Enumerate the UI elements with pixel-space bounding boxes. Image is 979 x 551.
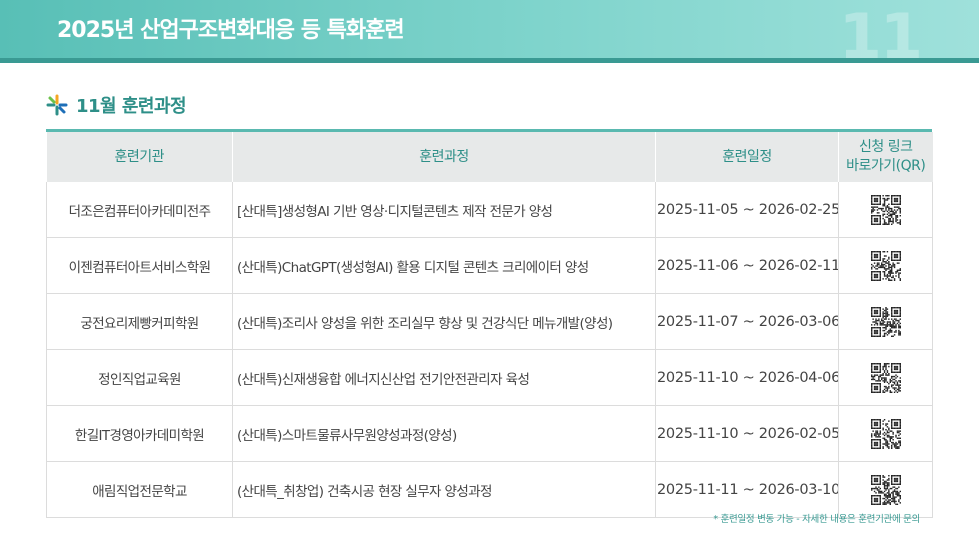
header-link-line2: 바로가기(QR) bbox=[846, 158, 926, 174]
schedule-cell: 2025-11-05 ~ 2026-02-25 bbox=[655, 182, 839, 238]
qr-cell bbox=[838, 237, 933, 294]
institution-cell: 더조은컴퓨터아카데미전주 bbox=[46, 182, 233, 238]
section-title: 11월 훈련과정 bbox=[76, 96, 187, 117]
qr-cell bbox=[838, 405, 933, 462]
schedule-cell: 2025-11-11 ~ 2026-03-10 bbox=[655, 461, 839, 518]
schedule-cell: 2025-11-07 ~ 2026-03-06 bbox=[655, 293, 839, 350]
qr-cell bbox=[838, 182, 933, 238]
page-title: 2025년 산업구조변화대응 등 특화훈련 bbox=[57, 18, 405, 43]
banner-divider bbox=[0, 58, 979, 63]
table-row: 애림직업전문학교 (산대특_취창업) 건축시공 현장 실무자 양성과정 2025-1… bbox=[46, 461, 933, 518]
qr-code-icon[interactable] bbox=[870, 306, 901, 337]
qr-cell bbox=[838, 461, 933, 518]
course-cell: (산대특_취창업) 건축시공 현장 실무자 양성과정 bbox=[232, 461, 656, 518]
qr-cell bbox=[838, 349, 933, 406]
header-course: 훈련과정 bbox=[232, 132, 656, 182]
course-cell: (산대특)조리사 양성을 위한 조리실무 향상 및 건강식단 메뉴개발(양성) bbox=[232, 293, 656, 350]
course-cell: (산대특)ChatGPT(생성형AI) 활용 디지털 콘텐츠 크리에이터 양성 bbox=[232, 237, 656, 294]
header-institution: 훈련기관 bbox=[46, 132, 233, 182]
footnote: * 훈련일정 변동 가능 - 자세한 내용은 훈련기관에 문의 bbox=[713, 514, 920, 525]
table-header-row: 훈련기관 훈련과정 훈련일정 신청 링크 바로가기(QR) bbox=[46, 132, 933, 182]
qr-cell bbox=[838, 293, 933, 350]
qr-code-icon[interactable] bbox=[870, 474, 901, 505]
table-row: 이젠컴퓨터아트서비스학원 (산대특)ChatGPT(생성형AI) 활용 디지털 콘… bbox=[46, 237, 933, 294]
institution-cell: 이젠컴퓨터아트서비스학원 bbox=[46, 237, 233, 294]
qr-code-icon[interactable] bbox=[870, 194, 901, 225]
header-link-line1: 신청 링크 bbox=[859, 139, 913, 156]
asterisk-star-icon bbox=[46, 94, 68, 116]
institution-cell: 궁전요리제빵커피학원 bbox=[46, 293, 233, 350]
schedule-cell: 2025-11-10 ~ 2026-04-06 bbox=[655, 349, 839, 406]
qr-code-icon[interactable] bbox=[870, 362, 901, 393]
header-schedule: 훈련일정 bbox=[655, 132, 839, 182]
table-row: 한길IT경영아카데미학원 (산대특)스마트물류사무원양성과정(양성) 2025-11… bbox=[46, 405, 933, 462]
schedule-cell: 2025-11-06 ~ 2026-02-11 bbox=[655, 237, 839, 294]
table-row: 정인직업교육원 (산대특)신재생융합 에너지신산업 전기안전관리자 육성 2025-… bbox=[46, 349, 933, 406]
table-row: 궁전요리제빵커피학원 (산대특)조리사 양성을 위한 조리실무 향상 및 건강식단… bbox=[46, 293, 933, 350]
title-banner: 2025년 산업구조변화대응 등 특화훈련 11 bbox=[0, 0, 979, 68]
course-cell: (산대특)스마트물류사무원양성과정(양성) bbox=[232, 405, 656, 462]
schedule-cell: 2025-11-10 ~ 2026-02-05 bbox=[655, 405, 839, 462]
section-heading: 11월 훈련과정 bbox=[46, 92, 187, 118]
header-link: 신청 링크 바로가기(QR) bbox=[838, 132, 933, 182]
institution-cell: 애림직업전문학교 bbox=[46, 461, 233, 518]
institution-cell: 정인직업교육원 bbox=[46, 349, 233, 406]
table-row: 더조은컴퓨터아카데미전주 [산대특]생성형AI 기반 영상·디지털콘텐츠 제작 전… bbox=[46, 182, 933, 238]
institution-cell: 한길IT경영아카데미학원 bbox=[46, 405, 233, 462]
qr-code-icon[interactable] bbox=[870, 250, 901, 281]
course-cell: [산대특]생성형AI 기반 영상·디지털콘텐츠 제작 전문가 양성 bbox=[232, 182, 656, 238]
course-table: 훈련기관 훈련과정 훈련일정 신청 링크 바로가기(QR) 더조은컴퓨터아카데미… bbox=[46, 129, 933, 518]
course-cell: (산대특)신재생융합 에너지신산업 전기안전관리자 육성 bbox=[232, 349, 656, 406]
qr-code-icon[interactable] bbox=[870, 418, 901, 449]
